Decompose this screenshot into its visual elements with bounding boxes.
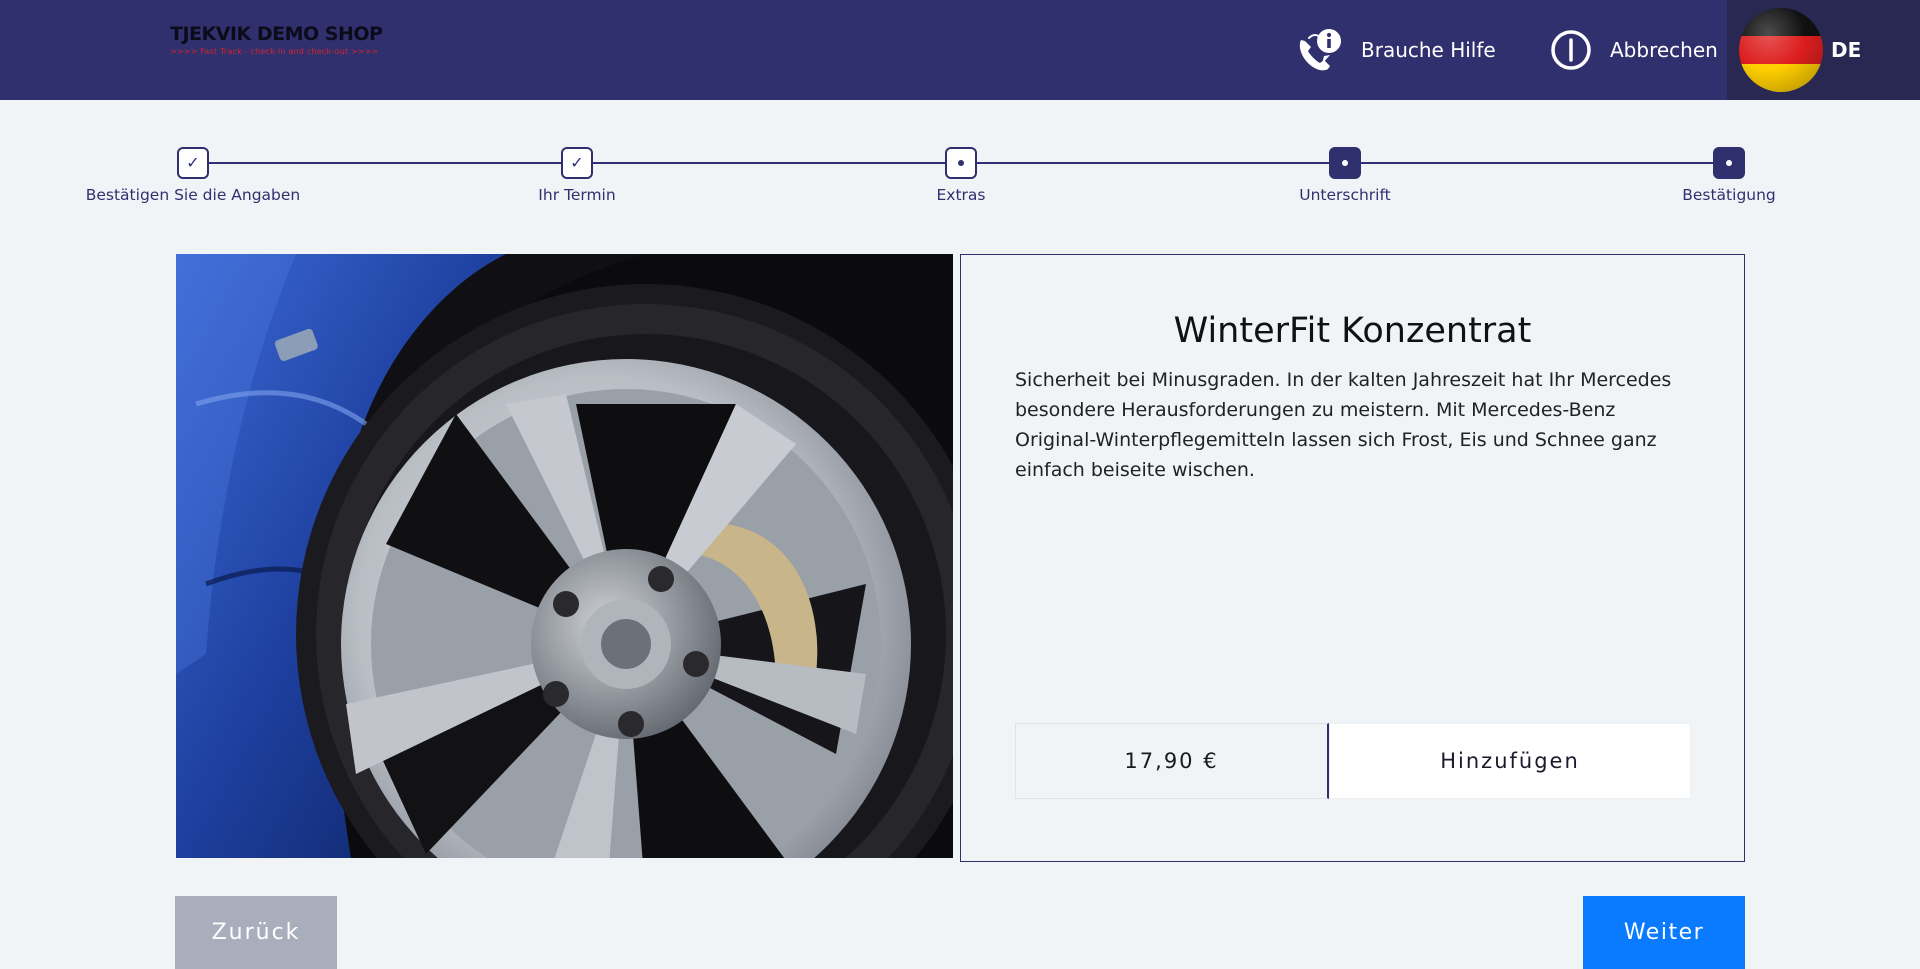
current-dot-icon	[945, 147, 977, 179]
logo-title: TJEKVIK DEMO SHOP	[170, 23, 383, 45]
product-title: WinterFit Konzentrat	[1173, 311, 1532, 351]
step-confirmation: Bestätigung	[1579, 140, 1879, 204]
product-image	[176, 254, 953, 858]
step-label: Bestätigen Sie die Angaben	[85, 186, 301, 204]
step-label: Unterschrift	[1299, 186, 1391, 204]
shop-logo[interactable]: TJEKVIK DEMO SHOP >>>> Fast Track - chec…	[170, 22, 385, 72]
step-signature: Unterschrift	[1195, 140, 1495, 204]
check-icon: ✓	[561, 147, 593, 179]
cancel-button[interactable]: Abbrechen	[1550, 0, 1718, 100]
product-price: 17,90 €	[1015, 723, 1329, 799]
language-code: DE	[1831, 38, 1862, 62]
step-label: Extras	[936, 186, 986, 204]
product-info-card: WinterFit Konzentrat Sicherheit bei Minu…	[960, 254, 1745, 862]
german-flag-icon	[1739, 8, 1823, 92]
step-appointment: ✓ Ihr Termin	[427, 140, 727, 204]
step-label: Ihr Termin	[538, 186, 616, 204]
add-to-cart-button[interactable]: Hinzufügen	[1329, 723, 1691, 799]
cancel-label: Abbrechen	[1610, 38, 1718, 62]
phone-info-icon	[1299, 29, 1341, 71]
next-button[interactable]: Weiter	[1583, 896, 1745, 969]
logo-subtitle: >>>> Fast Track - check-in and check-out…	[170, 47, 379, 56]
step-extras: Extras	[811, 140, 1111, 204]
check-icon: ✓	[177, 147, 209, 179]
product-description: Sicherheit bei Minusgraden. In der kalte…	[1015, 369, 1672, 481]
progress-stepper: ✓ Bestätigen Sie die Angaben ✓ Ihr Termi…	[0, 140, 1920, 210]
dot-icon	[1329, 147, 1361, 179]
help-button[interactable]: Brauche Hilfe	[1295, 0, 1496, 100]
step-confirm-details: ✓ Bestätigen Sie die Angaben	[43, 140, 343, 204]
dot-icon	[1713, 147, 1745, 179]
back-button[interactable]: Zurück	[175, 896, 337, 969]
step-label: Bestätigung	[1682, 186, 1776, 204]
help-label: Brauche Hilfe	[1361, 38, 1496, 62]
car-wheel-photo	[176, 254, 953, 858]
language-selector[interactable]: DE	[1727, 0, 1920, 100]
top-header: TJEKVIK DEMO SHOP >>>> Fast Track - chec…	[0, 0, 1920, 100]
power-icon	[1551, 30, 1591, 70]
price-row: 17,90 € Hinzufügen	[1015, 723, 1691, 799]
